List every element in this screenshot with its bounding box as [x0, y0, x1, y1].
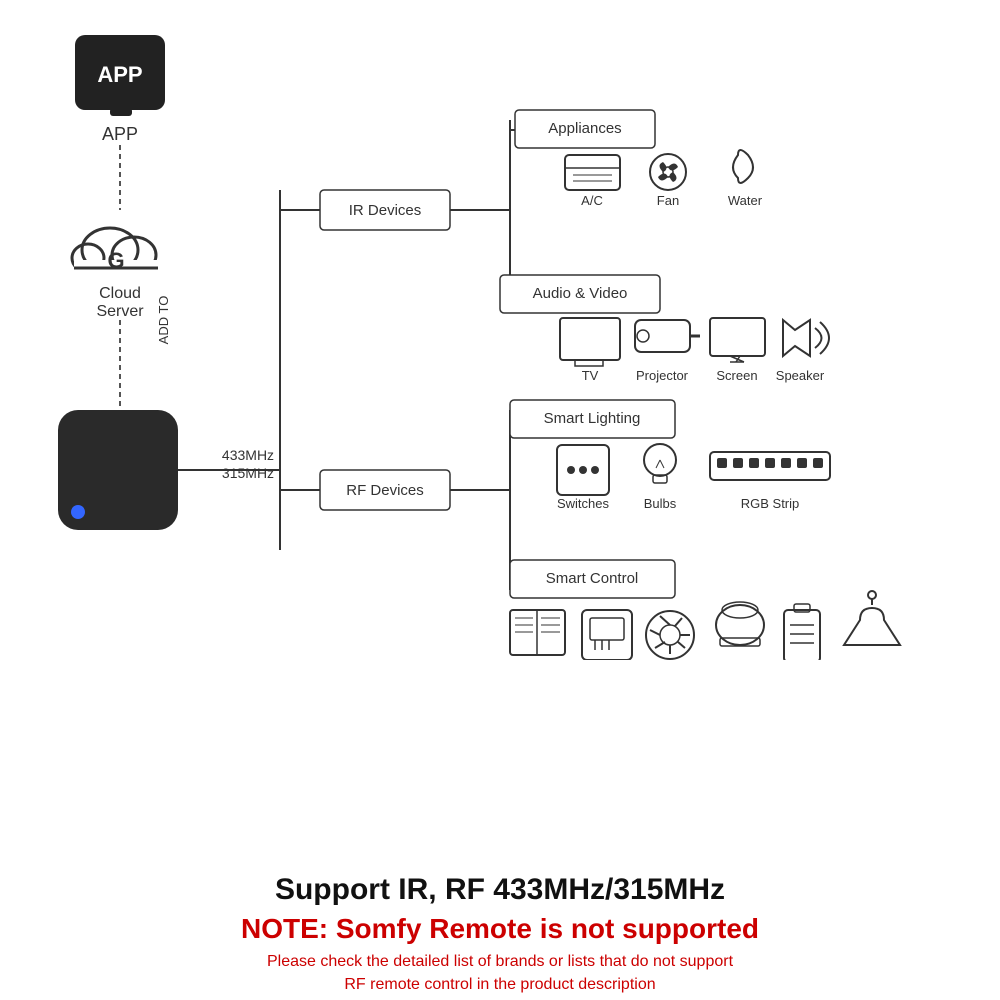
svg-text:APP: APP: [97, 62, 142, 87]
svg-text:Switches: Switches: [557, 496, 610, 511]
diagram-svg: APP APP G Cloud Server: [20, 20, 1000, 660]
svg-text:ADD TO: ADD TO: [156, 296, 171, 345]
svg-text:433MHz: 433MHz: [222, 447, 274, 463]
svg-text:G: G: [107, 248, 124, 273]
svg-text:Smart Control: Smart Control: [546, 570, 639, 587]
note-text: NOTE: Somfy Remote is not supported: [20, 913, 980, 945]
svg-text:RGB Strip: RGB Strip: [741, 496, 800, 511]
svg-text:Screen: Screen: [716, 368, 757, 383]
bottom-section: Support IR, RF 433MHz/315MHz NOTE: Somfy…: [0, 863, 1000, 1000]
main-container: APP APP G Cloud Server: [0, 0, 1000, 1000]
app-label: APP: [102, 124, 138, 144]
svg-text:Audio & Video: Audio & Video: [533, 285, 628, 302]
svg-text:Server: Server: [96, 303, 144, 320]
svg-text:TV: TV: [582, 368, 599, 383]
support-text: Support IR, RF 433MHz/315MHz: [20, 873, 980, 907]
svg-text:Speaker: Speaker: [776, 368, 825, 383]
svg-text:Water: Water: [728, 193, 763, 208]
diagram-area: APP APP G Cloud Server: [0, 0, 1000, 863]
svg-text:A/C: A/C: [581, 193, 603, 208]
svg-text:Smart Lighting: Smart Lighting: [544, 410, 641, 427]
svg-text:315MHz: 315MHz: [222, 465, 274, 481]
svg-text:RF Devices: RF Devices: [346, 482, 424, 499]
svg-text:Cloud: Cloud: [99, 285, 141, 302]
svg-text:IR Devices: IR Devices: [349, 202, 422, 219]
svg-text:Projector: Projector: [636, 368, 689, 383]
detail-text: Please check the detailed list of brands…: [20, 951, 980, 996]
svg-text:Appliances: Appliances: [548, 120, 621, 137]
svg-text:Fan: Fan: [657, 193, 679, 208]
svg-text:Bulbs: Bulbs: [644, 496, 677, 511]
